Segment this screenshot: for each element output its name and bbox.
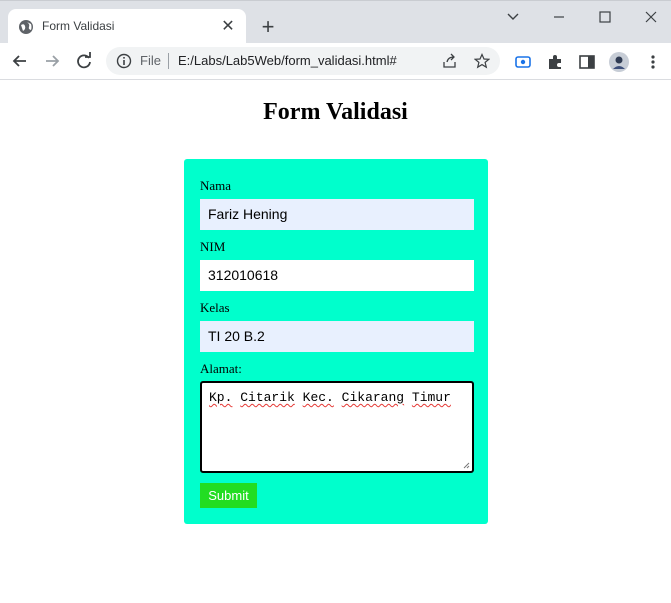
info-icon[interactable] — [116, 53, 132, 69]
extensions-icon[interactable] — [546, 53, 564, 71]
close-window-icon[interactable] — [642, 9, 660, 25]
alamat-word: Cikarang — [341, 390, 405, 405]
browser-toolbar: File E:/Labs/Lab5Web/form_validasi.html# — [0, 43, 671, 80]
submit-button[interactable]: Submit — [200, 483, 257, 508]
back-arrow-icon[interactable] — [10, 51, 30, 71]
minimize-icon[interactable] — [550, 9, 568, 25]
alamat-word: Kec. — [302, 390, 334, 405]
new-tab-button[interactable]: + — [256, 16, 280, 40]
nim-input[interactable]: 312010618 — [200, 260, 474, 291]
address-bar[interactable]: File E:/Labs/Lab5Web/form_validasi.html# — [106, 47, 500, 75]
screencast-icon[interactable] — [514, 53, 532, 71]
validation-form: Nama Fariz Hening NIM 312010618 Kelas TI… — [184, 159, 488, 524]
page-title: Form Validasi — [263, 99, 408, 125]
avatar[interactable] — [608, 51, 630, 73]
alamat-word: Kp. — [209, 390, 233, 405]
forward-arrow-icon[interactable] — [42, 51, 62, 71]
tab-strip: Form Validasi ✕ + — [0, 0, 671, 45]
alamat-word: Timur — [411, 390, 451, 405]
maximize-icon[interactable] — [596, 9, 614, 25]
alamat-word: Citarik — [240, 390, 295, 405]
url-text[interactable]: E:/Labs/Lab5Web/form_validasi.html# — [178, 53, 397, 68]
kelas-input[interactable]: TI 20 B.2 — [200, 321, 474, 352]
divider — [168, 53, 169, 69]
alamat-label: Alamat: — [200, 361, 242, 376]
reload-icon[interactable] — [74, 51, 94, 71]
browser-tab[interactable]: Form Validasi ✕ — [8, 9, 246, 45]
alamat-textarea[interactable]: Kp. Citarik Kec. Cikarang Timur — [200, 381, 474, 473]
chevron-down-icon[interactable] — [504, 9, 522, 25]
kelas-label: Kelas — [200, 300, 230, 315]
nama-label: Nama — [200, 178, 232, 193]
share-icon[interactable] — [442, 53, 458, 69]
side-panel-icon[interactable] — [578, 53, 596, 71]
url-scheme: File — [140, 53, 161, 68]
resize-handle-icon[interactable] — [462, 461, 470, 469]
more-menu-icon[interactable] — [644, 53, 662, 71]
close-icon[interactable]: ✕ — [218, 17, 238, 37]
nama-input[interactable]: Fariz Hening — [200, 199, 474, 230]
nim-label: NIM — [200, 239, 226, 254]
tab-title: Form Validasi — [42, 19, 115, 33]
globe-icon — [19, 20, 33, 34]
star-icon[interactable] — [474, 53, 490, 69]
